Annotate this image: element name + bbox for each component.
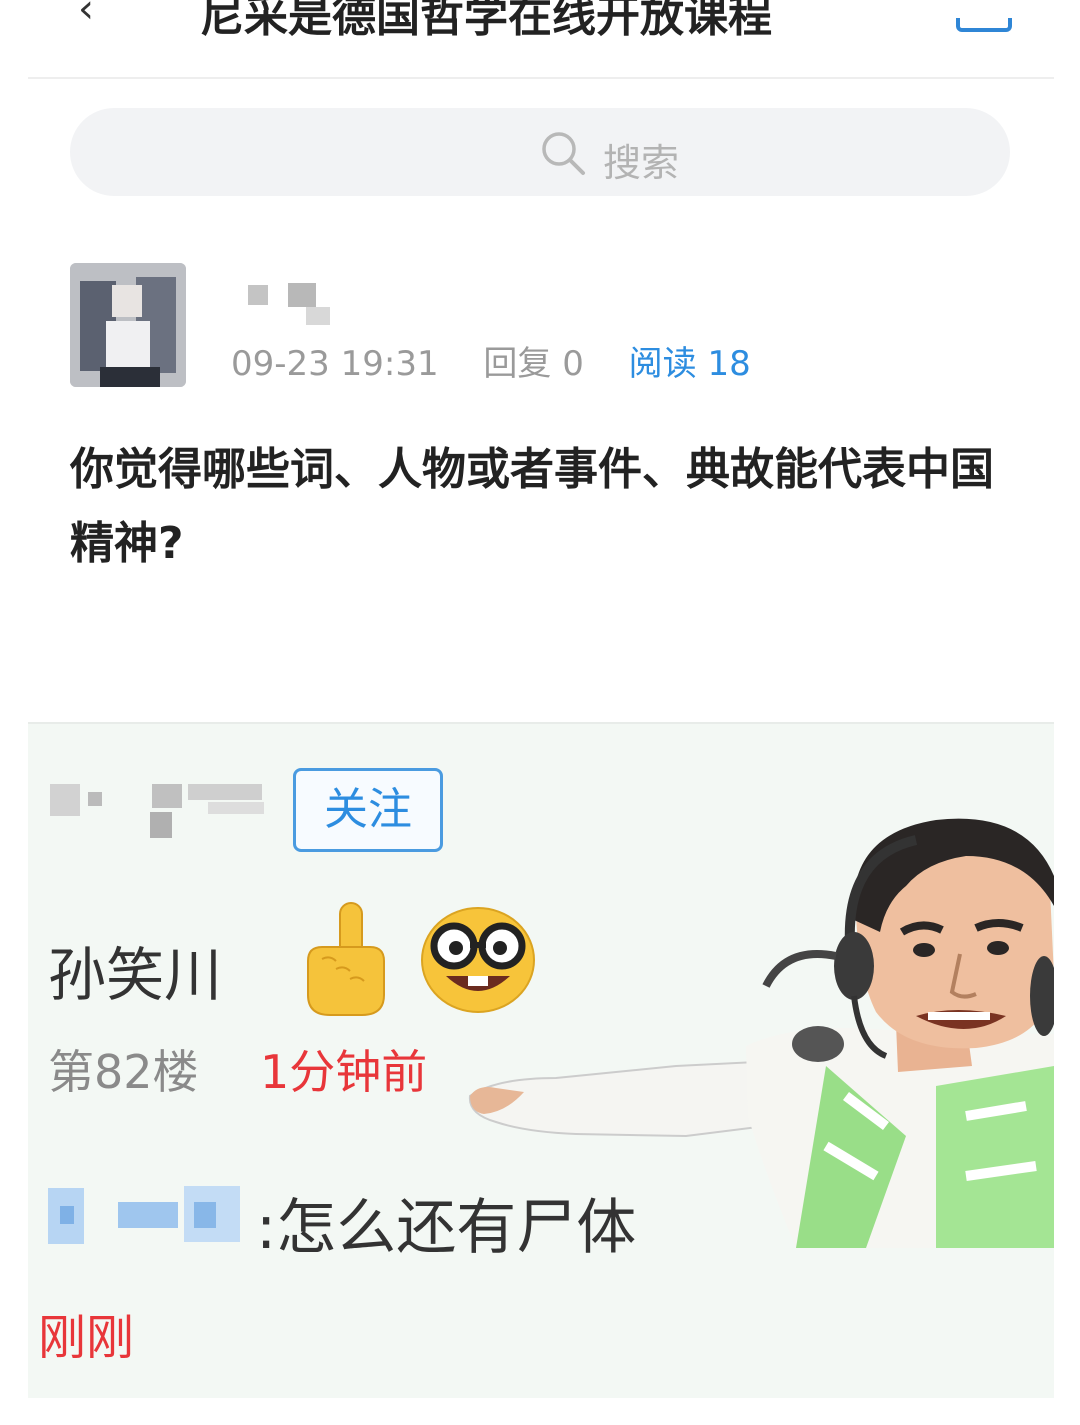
search-placeholder: 搜索 bbox=[603, 141, 680, 185]
divider bbox=[28, 77, 1054, 79]
reply-username-blurred[interactable] bbox=[44, 1182, 268, 1246]
floor-number: 第82楼 bbox=[48, 1045, 199, 1099]
post-date: 09-23 19:31 bbox=[231, 344, 439, 384]
read-count: 阅读 18 bbox=[628, 344, 751, 384]
back-arrow-icon[interactable]: ‹ bbox=[78, 0, 94, 32]
comment-card: 关注 孙笑川 第82楼 1分钟前 :怎么还有尸体 刚刚 bbox=[28, 722, 1054, 1398]
post-title: 你觉得哪些词、人物或者事件、典故能代表中国精神? bbox=[70, 444, 994, 569]
post-username-blurred bbox=[248, 283, 338, 325]
pointing-finger-icon bbox=[307, 902, 385, 1016]
post-meta: 09-23 19:31 回复 0 阅读 18 bbox=[231, 336, 785, 385]
comment-username-blurred[interactable] bbox=[48, 784, 264, 854]
page-title: 尼采是德国哲学在线开放课程 bbox=[200, 0, 772, 42]
comment-text: 孙笑川 bbox=[48, 941, 223, 1009]
follow-button[interactable]: 关注 bbox=[293, 768, 443, 852]
avatar[interactable] bbox=[70, 263, 186, 387]
reply-count: 回复 0 bbox=[483, 344, 584, 384]
top-bar: ‹ 尼采是德国哲学在线开放课程 bbox=[0, 0, 1080, 78]
comment-time: 1分钟前 bbox=[260, 1045, 428, 1099]
reply-time: 刚刚 bbox=[38, 1310, 135, 1366]
meme-sticker-image bbox=[468, 818, 1054, 1248]
search-icon bbox=[542, 132, 585, 175]
search-bar[interactable]: 搜索 bbox=[70, 108, 1010, 196]
menu-icon[interactable] bbox=[956, 18, 1012, 32]
